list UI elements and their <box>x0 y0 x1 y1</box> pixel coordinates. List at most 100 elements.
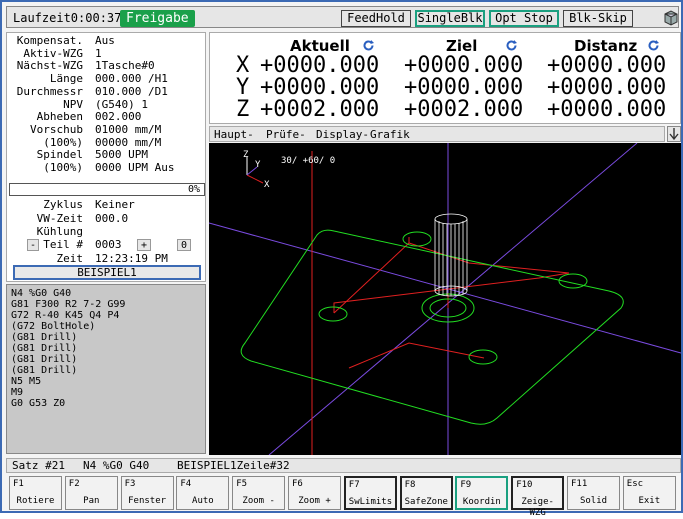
progress-percent: 0% <box>187 184 200 195</box>
fkey-label: Solid <box>579 496 608 506</box>
machine-logo-icon[interactable] <box>663 9 679 27</box>
gcode-line[interactable]: (G81 Drill) <box>11 332 201 343</box>
info-label: Kompensat. <box>16 34 83 47</box>
zeit-value: 12:23:19 PM <box>95 252 168 265</box>
fkey-f5[interactable]: F5 Zoom - <box>232 476 286 510</box>
position-readout: Aktuell Ziel Distanz X +0000.000 +0000.000… <box>209 32 681 124</box>
program-progress-bar: 0% <box>9 183 205 196</box>
info-label: (100%) <box>43 161 83 174</box>
gcode-line[interactable]: G81 F300 R2 7-2 G99 <box>11 299 201 310</box>
info-row: Zyklus Keiner <box>7 199 207 211</box>
gcode-line[interactable]: (G81 Drill) <box>11 354 201 365</box>
gcode-line[interactable]: G72 R-40 K45 Q4 P4 <box>11 310 201 321</box>
info-label: Abheben <box>36 110 83 124</box>
gcode-line[interactable]: G0 G53 Z0 <box>11 398 201 409</box>
gcode-line[interactable]: N4 %G0 G40 <box>11 288 201 299</box>
fkey-f10[interactable]: F10 Zeige-WZG <box>511 476 565 518</box>
optstop-toggle[interactable]: Opt Stop <box>489 10 559 27</box>
gcode-line[interactable]: (G72 BoltHole) <box>11 321 201 332</box>
sync-ziel-icon[interactable] <box>505 39 518 52</box>
fkey-key: F6 <box>292 479 303 489</box>
info-label: NPV <box>63 97 83 111</box>
info-value: (G540) 1 <box>95 97 148 111</box>
runtime-display: Laufzeit0:00:37 <box>13 11 122 25</box>
info-label: Länge <box>49 72 83 86</box>
axis-label-z: Z <box>236 97 250 122</box>
tab-grafik[interactable]: Grafik <box>370 128 410 141</box>
info-value: Keiner <box>95 198 135 211</box>
sync-distanz-icon[interactable] <box>647 39 660 52</box>
gcode-line[interactable]: N5 M5 <box>11 376 201 387</box>
singleblock-toggle[interactable]: SingleBlk <box>415 10 485 27</box>
info-label: Zyklus <box>43 198 83 211</box>
blockskip-button[interactable]: Blk-Skip <box>563 10 633 27</box>
fkey-label: Rotiere <box>16 496 55 506</box>
view-angle-readout: 30/ +60/ 0 <box>281 156 335 166</box>
teil-reset-button[interactable]: 0 <box>177 239 191 251</box>
fkey-f1[interactable]: F1 Rotiere <box>9 476 62 510</box>
fkey-label: Koordin <box>462 497 501 507</box>
teil-value: 0003 <box>95 238 122 251</box>
toolpath-viewport[interactable]: Z Y X 30/ +60/ 0 <box>209 143 681 455</box>
fkey-key: F8 <box>404 480 416 490</box>
info-label: Kühlung <box>36 225 83 238</box>
info-label: Vorschub <box>30 122 83 136</box>
gcode-line[interactable]: (G81 Drill) <box>11 343 201 354</box>
dro-aktuell-x: +0000.000 <box>260 53 380 78</box>
execution-status-line: Satz #21 N4 %G0 G40 BEISPIEL1Zeile#32 <box>6 458 681 473</box>
fkey-f3[interactable]: F3 Fenster <box>120 476 174 510</box>
fkey-key: F3 <box>124 479 136 489</box>
machine-info-panel: Kompensat. Aus Aktiv-WZG 1 Nächst-WZG 1Tasche… <box>6 32 206 282</box>
fkey-key: F10 <box>516 480 533 490</box>
info-row: (100%) 0000 UPM Aus <box>7 162 207 174</box>
info-label: Spindel <box>36 148 83 162</box>
teil-decrement-button[interactable]: - <box>27 239 39 251</box>
zeit-label: Zeit <box>56 252 84 265</box>
teil-increment-button[interactable]: + <box>137 239 151 251</box>
fkey-f7[interactable]: F7 SwLimits <box>343 476 397 510</box>
gizmo-x-label: X <box>264 180 270 190</box>
satz-number: Satz #21 <box>12 459 65 472</box>
fkey-esc[interactable]: Esc Exit <box>622 476 676 510</box>
fkey-f6[interactable]: F6 Zoom + <box>288 476 341 510</box>
axis-label-y: Y <box>236 75 250 100</box>
gcode-line[interactable]: M9 <box>11 387 201 398</box>
fkey-key: F5 <box>236 479 248 489</box>
tab-haupt[interactable]: Haupt- <box>214 128 254 141</box>
dro-distanz-y: +0000.000 <box>547 75 667 100</box>
gcode-line[interactable]: (G81 Drill) <box>11 365 201 376</box>
fkey-f4[interactable]: F4 Auto <box>176 476 230 510</box>
gizmo-y-label: Y <box>255 160 261 170</box>
fkey-key: F11 <box>571 479 588 489</box>
dro-aktuell-y: +0000.000 <box>260 75 380 100</box>
fkey-key: Esc <box>626 479 644 489</box>
fkey-key: F2 <box>68 479 80 489</box>
tab-display[interactable]: Display- <box>316 128 369 141</box>
fkey-f9[interactable]: F9 Koordin <box>455 476 509 510</box>
fkey-label: SafeZone <box>404 497 448 507</box>
info-value: 1Tasche#0 <box>95 59 155 73</box>
fkey-f2[interactable]: F2 Pan <box>64 476 118 510</box>
program-line: BEISPIEL1Zeile#32 <box>177 459 290 472</box>
program-name-field[interactable]: BEISPIEL1 <box>13 265 201 280</box>
info-label: Durchmessr <box>16 84 83 98</box>
fkey-label: Auto <box>192 496 214 506</box>
info-row: (100%) 00000 mm/M <box>7 135 207 149</box>
info-row: Vorschub 01000 mm/M <box>7 122 207 136</box>
info-value: 5000 UPM <box>95 148 148 162</box>
fkey-label: Zoom + <box>298 496 331 506</box>
fkey-f8[interactable]: F8 SafeZone <box>399 476 453 510</box>
feedhold-button[interactable]: FeedHold <box>341 10 411 27</box>
current-block: N4 %G0 G40 <box>83 459 150 472</box>
info-label: VW-Zeit <box>36 211 83 225</box>
sync-aktuell-icon[interactable] <box>362 39 375 52</box>
info-label: (100%) <box>43 135 83 149</box>
info-row: NPV (G540) 1 <box>7 97 207 111</box>
info-label: Nächst-WZG <box>16 59 83 73</box>
gcode-listing[interactable]: N4 %G0 G40 G81 F300 R2 7-2 G99 G72 R-40 K4… <box>6 284 206 454</box>
scroll-down-icon[interactable] <box>667 126 681 142</box>
tab-pruefe[interactable]: Prüfe- <box>266 128 306 141</box>
fkey-f11[interactable]: F11 Solid <box>567 476 620 510</box>
graphics-tab-bar: Haupt- Prüfe- Display- Grafik <box>209 126 665 142</box>
fkey-key: F9 <box>460 480 472 490</box>
